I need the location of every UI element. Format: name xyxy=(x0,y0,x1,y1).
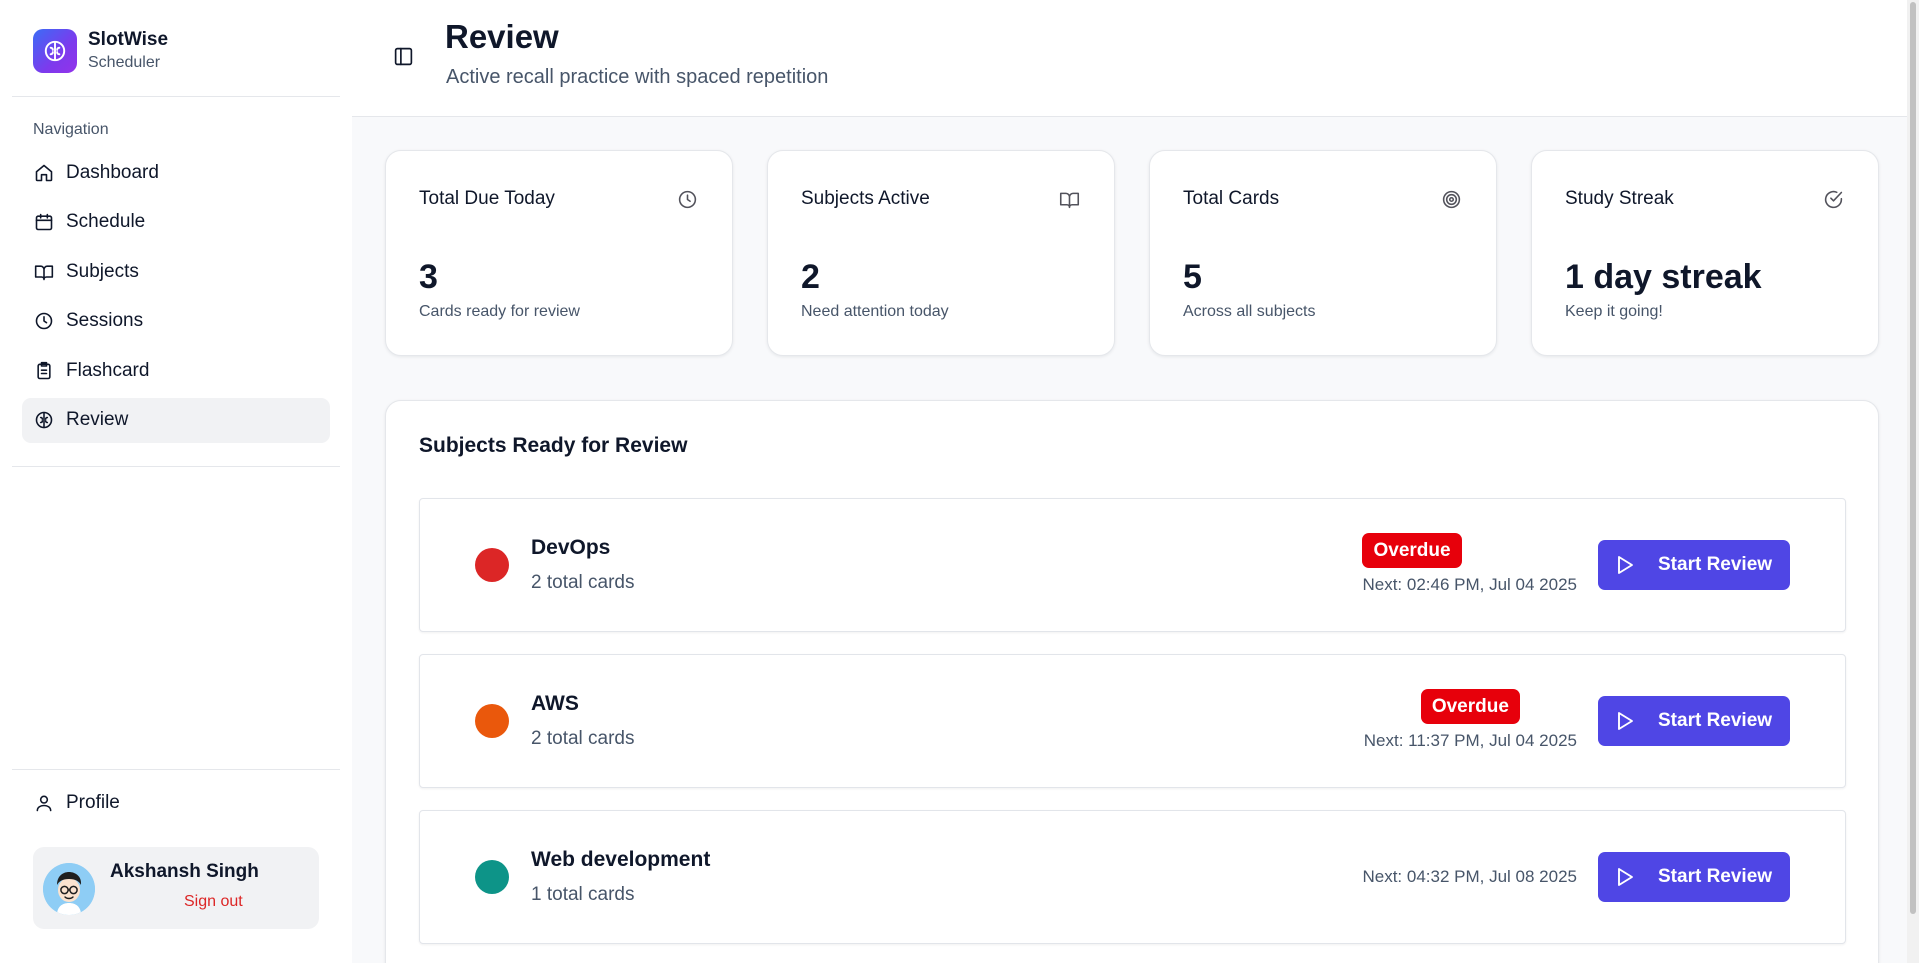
start-review-button[interactable]: Start Review xyxy=(1598,852,1790,902)
page-header: Review Active recall practice with space… xyxy=(352,0,1919,117)
stat-card-study-streak: Study Streak 1 day streak Keep it going! xyxy=(1531,150,1879,356)
user-icon xyxy=(33,792,55,814)
subject-card-count: 2 total cards xyxy=(531,728,635,749)
clipboard-icon xyxy=(33,360,55,382)
scrollbar-thumb[interactable] xyxy=(1910,2,1916,914)
subject-name: Web development xyxy=(531,848,711,871)
sidebar-item-label: Schedule xyxy=(66,211,146,232)
subject-name: AWS xyxy=(531,692,579,715)
brain-icon xyxy=(33,29,77,73)
brain-icon xyxy=(33,409,55,431)
start-review-label: Start Review xyxy=(1658,710,1773,731)
stat-title: Total Due Today xyxy=(419,188,555,209)
user-name: Akshansh Singh xyxy=(110,861,259,882)
sign-out-link[interactable]: Sign out xyxy=(184,893,243,911)
sidebar-item-dashboard[interactable]: Dashboard xyxy=(22,150,330,195)
overdue-badge: Overdue xyxy=(1420,689,1520,724)
page-title: Review xyxy=(445,18,559,55)
stat-card-total-cards: Total Cards 5 Across all subjects xyxy=(1149,150,1497,356)
sidebar-item-label: Flashcard xyxy=(66,359,150,381)
subject-name: DevOps xyxy=(531,536,611,559)
stat-value: 1 day streak xyxy=(1565,258,1762,296)
play-icon xyxy=(1616,555,1636,575)
sidebar-item-schedule[interactable]: Schedule xyxy=(22,200,330,245)
divider xyxy=(12,466,340,467)
subject-card-count: 2 total cards xyxy=(531,572,635,593)
clock-icon xyxy=(33,310,55,332)
sidebar-item-label: Sessions xyxy=(66,310,144,331)
subject-row-aws: AWS 2 total cards Overdue Next: 11:37 PM… xyxy=(419,654,1846,788)
subject-row-web-development: Web development 1 total cards Next: 04:3… xyxy=(419,810,1846,944)
user-card: Akshansh Singh Sign out xyxy=(33,847,319,929)
review-panel: Subjects Ready for Review DevOps 2 total… xyxy=(385,400,1879,963)
book-open-icon xyxy=(1057,187,1081,211)
stat-value: 5 xyxy=(1183,258,1202,296)
panel-title: Subjects Ready for Review xyxy=(419,434,688,457)
start-review-button[interactable]: Start Review xyxy=(1598,540,1790,590)
sidebar-item-subjects[interactable]: Subjects xyxy=(22,249,330,294)
home-icon xyxy=(33,162,55,184)
target-icon xyxy=(1439,187,1463,211)
stat-title: Study Streak xyxy=(1565,188,1674,209)
next-review-time: Next: 11:37 PM, Jul 04 2025 xyxy=(1363,731,1577,750)
stat-value: 2 xyxy=(801,258,820,296)
sidebar-item-label: Dashboard xyxy=(66,161,159,183)
stat-caption: Cards ready for review xyxy=(419,303,580,320)
start-review-label: Start Review xyxy=(1658,866,1773,887)
stat-caption: Across all subjects xyxy=(1183,303,1316,320)
sidebar-toggle-icon[interactable] xyxy=(391,44,415,68)
stat-caption: Need attention today xyxy=(801,303,949,320)
stat-title: Total Cards xyxy=(1183,188,1280,209)
sidebar-item-sessions[interactable]: Sessions xyxy=(22,299,330,344)
overdue-badge: Overdue xyxy=(1362,533,1462,568)
nav-section-label: Navigation xyxy=(33,121,109,138)
divider xyxy=(12,769,340,770)
brand: SlotWise Scheduler xyxy=(12,0,340,97)
page-scrollbar[interactable] xyxy=(1907,0,1919,963)
sidebar-item-label: Subjects xyxy=(66,260,139,282)
brand-subtitle: Scheduler xyxy=(88,54,161,71)
stat-title: Subjects Active xyxy=(801,188,930,209)
page-subtitle: Active recall practice with spaced repet… xyxy=(446,66,829,88)
profile-label: Profile xyxy=(66,791,120,813)
next-review-time: Next: 02:46 PM, Jul 04 2025 xyxy=(1362,575,1577,594)
sidebar: SlotWise Scheduler Navigation Dashboard … xyxy=(0,0,352,963)
subject-card-count: 1 total cards xyxy=(531,884,635,905)
sidebar-item-profile[interactable]: Profile xyxy=(22,780,330,825)
start-review-button[interactable]: Start Review xyxy=(1598,696,1790,746)
avatar[interactable] xyxy=(43,863,95,915)
book-open-icon xyxy=(33,261,55,283)
next-review-time: Next: 04:32 PM, Jul 08 2025 xyxy=(1362,867,1577,886)
subject-color-dot xyxy=(475,704,509,738)
stat-value: 3 xyxy=(419,258,438,296)
stat-card-due-today: Total Due Today 3 Cards ready for review xyxy=(385,150,733,356)
start-review-label: Start Review xyxy=(1658,554,1773,575)
check-circle-icon xyxy=(1821,187,1845,211)
subject-row-devops: DevOps 2 total cards Overdue Next: 02:46… xyxy=(419,498,1846,632)
sidebar-item-review[interactable]: Review xyxy=(22,397,330,443)
calendar-icon xyxy=(33,211,55,233)
play-icon xyxy=(1616,711,1636,731)
stat-caption: Keep it going! xyxy=(1565,303,1663,320)
play-icon xyxy=(1616,867,1636,887)
sidebar-nav: Dashboard Schedule Subjects Sessions Fla… xyxy=(22,150,330,447)
sidebar-item-flashcard[interactable]: Flashcard xyxy=(22,348,330,393)
subject-color-dot xyxy=(475,860,509,894)
sidebar-item-label: Review xyxy=(66,409,129,430)
clock-icon xyxy=(675,187,699,211)
stat-card-subjects-active: Subjects Active 2 Need attention today xyxy=(767,150,1115,356)
subject-color-dot xyxy=(475,548,509,582)
brand-name: SlotWise xyxy=(88,29,169,50)
